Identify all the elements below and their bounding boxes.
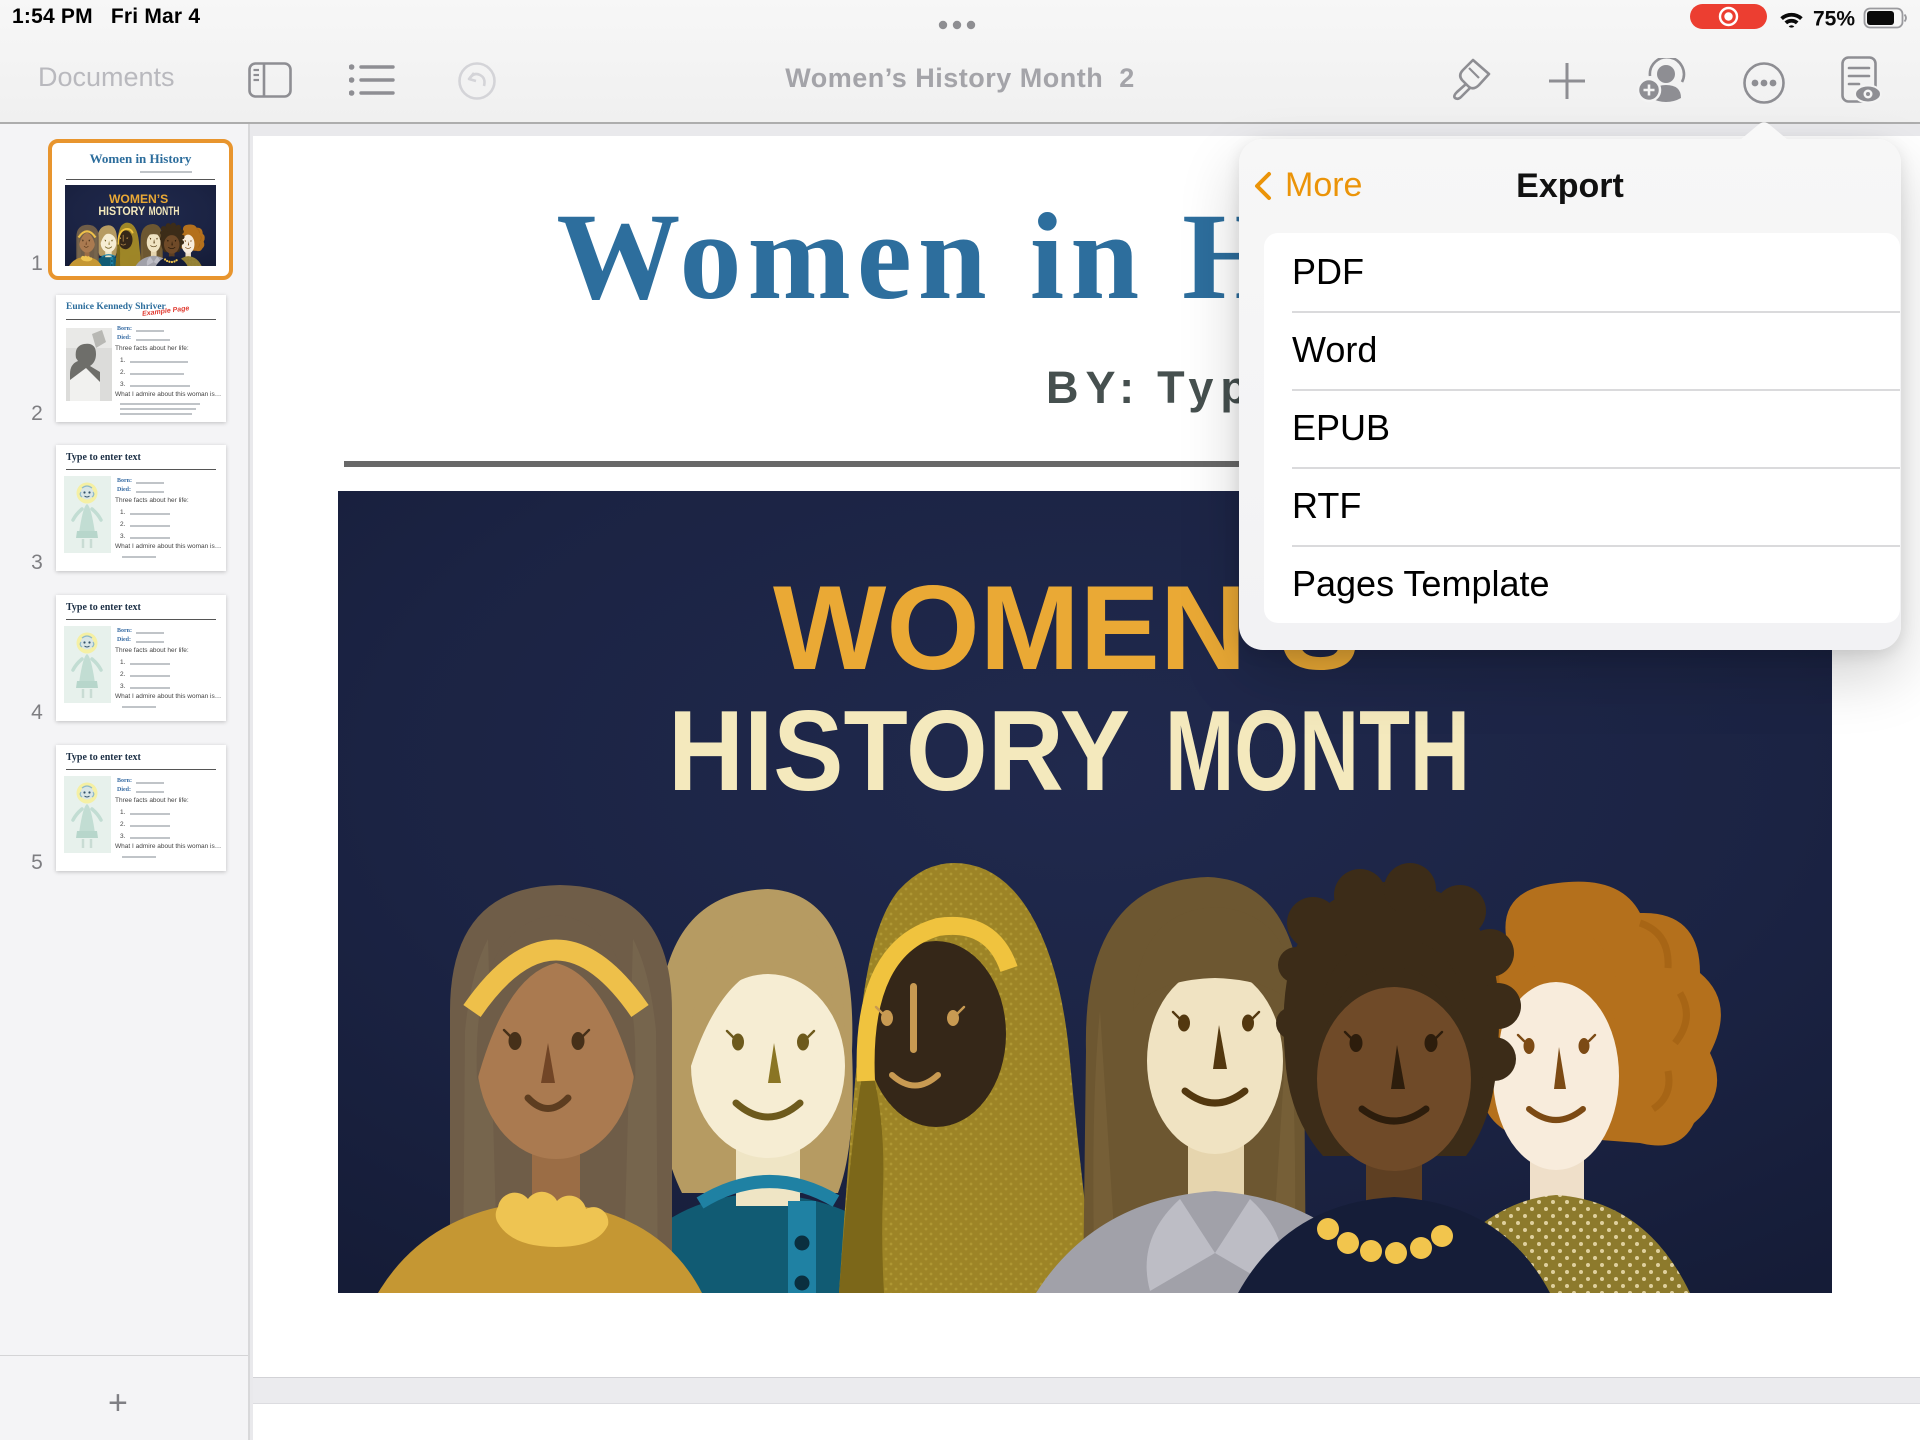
svg-text:75%: 75% [1813, 8, 1855, 31]
